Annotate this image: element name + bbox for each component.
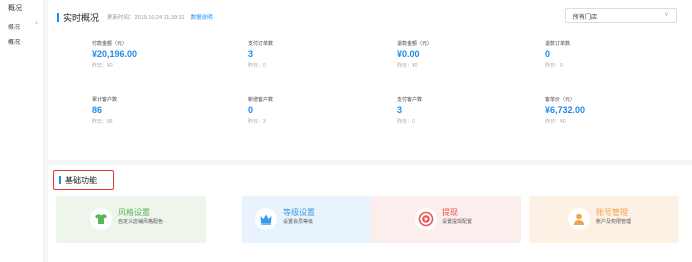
data-description-link[interactable]: 数据说明 [191,13,213,21]
stat-label: 客单价（元） [545,97,576,103]
card-description: 自定义店铺风格配色 [118,219,164,225]
card-title: 等级设置 [283,208,315,217]
level-settings-card[interactable]: 等级设置 设置会员等级 [242,196,392,243]
title-accent-bar [59,176,61,184]
stat-label: 退款金额（元） [397,41,433,47]
card-title: 提现 [442,208,458,217]
stat-yesterday: 昨日：¥0 [397,63,418,69]
stat-label: 付款金额（元） [92,41,128,47]
update-time: 更新时间：2019.10.24 11:39:31 [107,15,185,21]
stat-label: 支付订单数 [248,41,274,47]
chevron-down-icon: v [665,12,668,18]
store-select[interactable]: 所有门店 v [565,8,677,23]
stat-avg-order-value: 客单价（元） ¥6,732.00 昨日：¥0 [545,96,685,125]
stat-value: ¥6,732.00 [545,105,586,115]
title-accent-bar [57,12,59,22]
stat-paid-orders: 支付订单数 3 昨日：0 [248,40,388,69]
card-description: 设置会员等级 [283,219,314,225]
card-description: 设置提现配置 [442,219,473,225]
withdraw-icon [415,208,437,230]
card-description: 账户及权限管理 [596,219,632,225]
stat-value: 3 [248,49,254,59]
stat-value: ¥20,196.00 [92,49,138,59]
stat-label: 累计客户数 [92,97,118,103]
stat-label: 退款订单数 [545,41,571,47]
stat-label: 新增客户数 [248,97,274,103]
sidebar: 概况 概况 ^ 概况 [0,0,44,262]
section-title: 基础功能 [65,175,97,185]
sidebar-group-overview[interactable]: 概况 ^ [8,22,44,31]
stat-value: 86 [92,105,103,115]
crown-icon [255,208,277,230]
stat-value: ¥0.00 [397,49,420,59]
stat-yesterday: 昨日：86 [92,119,113,125]
stat-value: 0 [545,49,551,59]
stat-label: 支付客户数 [397,97,423,103]
store-select-value: 所有门店 [573,15,598,21]
basic-functions-header: 基础功能 [53,170,114,190]
card-text: 风格设置 自定义店铺风格配色 [118,208,163,226]
stat-yesterday: 昨日：¥0 [545,119,566,125]
stat-refund-orders: 退款订单数 0 昨日：0 [545,40,685,69]
sidebar-item-overview[interactable]: 概况 [8,37,20,46]
stat-yesterday: 昨日：3 [248,119,266,125]
stat-payment-amount: 付款金额（元） ¥20,196.00 昨日：¥0 [92,40,232,69]
card-title: 风格设置 [118,208,150,217]
basic-functions-panel: 基础功能 风格设置 自定义店铺风格配色 等级设置 设置会员等级 提现 设置提现配… [48,165,692,262]
stat-yesterday: 昨日：0 [248,63,266,69]
stat-refund-amount: 退款金额（元） ¥0.00 昨日：¥0 [397,40,537,69]
overview-panel: 实时概况 更新时间：2019.10.24 11:39:31 数据说明 所有门店 … [48,0,692,160]
card-text: 等级设置 设置会员等级 [283,208,315,226]
card-text: 账号管理 账户及权限管理 [596,208,631,226]
stat-paying-customers: 支付客户数 3 昨日：0 [397,96,537,125]
sidebar-group-label: 概况 [8,25,21,31]
stat-value: 0 [248,105,254,115]
sidebar-item-overview-top[interactable]: 概况 [8,3,22,13]
stat-yesterday: 昨日：¥0 [92,63,113,69]
card-title: 账号管理 [596,208,628,217]
stat-total-customers: 累计客户数 86 昨日：86 [92,96,232,125]
chevron-up-icon: ^ [35,22,38,28]
stat-value: 3 [397,105,403,115]
stat-new-customers: 新增客户数 0 昨日：3 [248,96,388,125]
overview-header: 实时概况 更新时间：2019.10.24 11:39:31 数据说明 [57,11,213,23]
page-title: 实时概况 [63,12,100,23]
tshirt-icon [90,208,112,230]
style-settings-card[interactable]: 风格设置 自定义店铺风格配色 [56,196,206,243]
account-management-card[interactable]: 账号管理 账户及权限管理 [529,196,679,243]
stat-yesterday: 昨日：0 [545,63,563,69]
card-text: 提现 设置提现配置 [442,208,472,226]
withdraw-card[interactable]: 提现 设置提现配置 [371,196,521,243]
account-icon [568,208,590,230]
stat-yesterday: 昨日：0 [397,119,415,125]
